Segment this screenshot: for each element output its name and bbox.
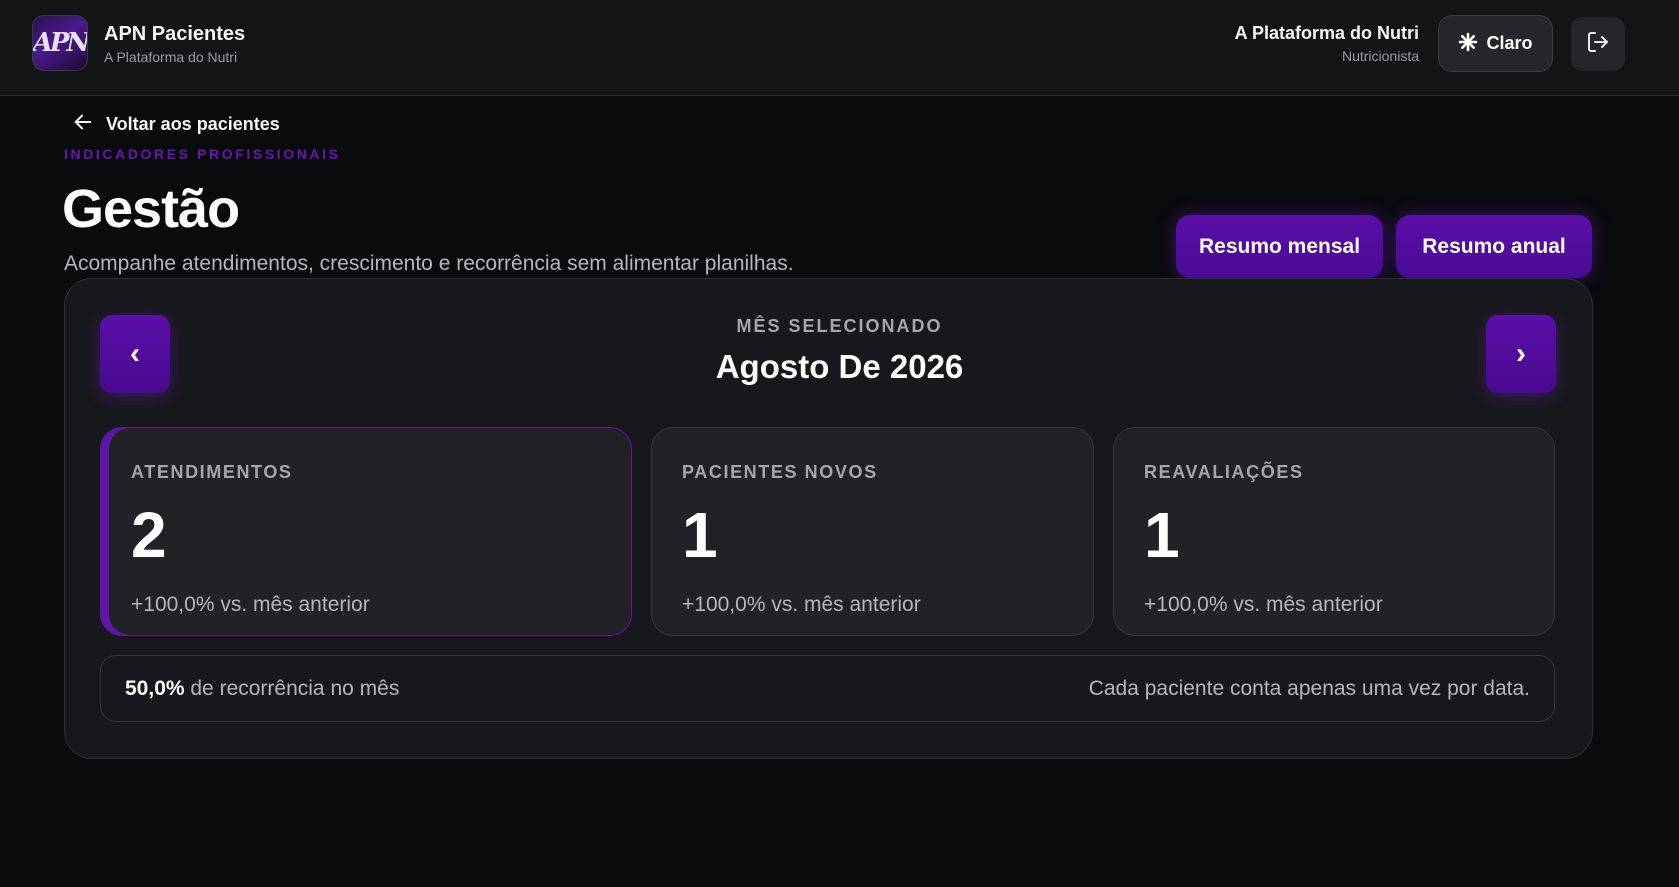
metric-delta: +100,0% vs. mês anterior: [1144, 593, 1383, 616]
back-to-patients-link[interactable]: Voltar aos pacientes: [72, 111, 280, 138]
recurrence-percent: 50,0%: [125, 676, 185, 700]
logo-text: APN: [32, 28, 88, 58]
metric-label: REAVALIAÇÕES: [1144, 462, 1304, 482]
theme-toggle-button[interactable]: Claro: [1438, 15, 1553, 72]
app-logo[interactable]: APN: [32, 15, 88, 71]
user-role: Nutricionista: [1341, 48, 1419, 64]
brand-subtitle: A Plataforma do Nutri: [104, 49, 238, 65]
brand-title: APN Pacientes: [104, 23, 246, 45]
metric-card-reavaliacoes[interactable]: REAVALIAÇÕES 1 +100,0% vs. mês anterior: [1113, 427, 1555, 636]
metric-delta: +100,0% vs. mês anterior: [131, 593, 370, 616]
recurrence-text: de recorrência no mês: [184, 676, 400, 700]
metric-delta: +100,0% vs. mês anterior: [682, 593, 921, 616]
metric-card-pacientes-novos[interactable]: PACIENTES NOVOS 1 +100,0% vs. mês anteri…: [651, 427, 1094, 636]
metric-value: 1: [1144, 499, 1180, 571]
monthly-summary-button[interactable]: Resumo mensal: [1176, 215, 1383, 278]
theme-toggle-label: Claro: [1486, 33, 1533, 53]
next-month-button[interactable]: ›: [1486, 315, 1556, 393]
metric-label: ATENDIMENTOS: [131, 462, 293, 482]
logout-button[interactable]: [1571, 17, 1625, 71]
annual-summary-button[interactable]: Resumo anual: [1396, 215, 1592, 278]
sun-icon: [1458, 32, 1478, 56]
metric-card-atendimentos[interactable]: ATENDIMENTOS 2 +100,0% vs. mês anterior: [100, 427, 632, 636]
recurrence-bar: 50,0% de recorrência no mês Cada pacient…: [100, 655, 1555, 722]
back-link-label: Voltar aos pacientes: [106, 114, 280, 134]
top-bar: APN APN Pacientes A Plataforma do Nutri …: [0, 0, 1679, 96]
selected-month-value: Agosto De 2026: [715, 348, 964, 385]
arrow-left-icon: [72, 111, 94, 138]
page-eyebrow: INDICADORES PROFISSIONAIS: [64, 146, 341, 162]
page-title: Gestão: [62, 179, 240, 239]
chevron-right-icon: ›: [1516, 337, 1526, 370]
logout-icon: [1586, 30, 1610, 59]
recurrence-summary: 50,0% de recorrência no mês: [125, 677, 399, 701]
recurrence-note: Cada paciente conta apenas uma vez por d…: [1088, 676, 1530, 700]
metric-value: 1: [682, 499, 718, 571]
user-name: A Plataforma do Nutri: [1234, 23, 1419, 43]
metric-value: 2: [131, 499, 167, 571]
selected-month-label: MÊS SELECIONADO: [736, 316, 943, 336]
metric-label: PACIENTES NOVOS: [682, 462, 878, 482]
page-description: Acompanhe atendimentos, crescimento e re…: [64, 252, 794, 275]
